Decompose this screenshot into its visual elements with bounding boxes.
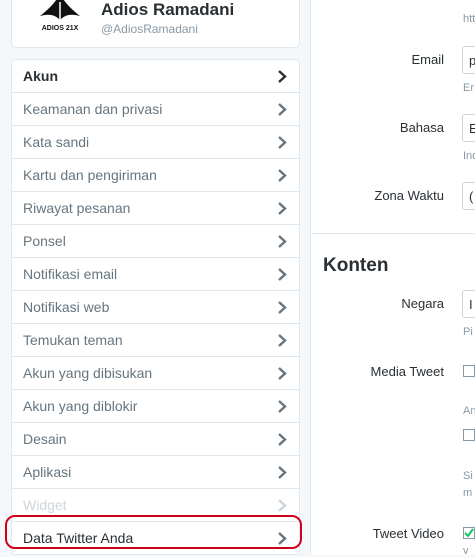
language-hint: Ind <box>463 150 475 162</box>
media-hint: An <box>463 405 475 417</box>
nav-item[interactable]: Kata sandi <box>12 125 299 158</box>
profile-handle[interactable]: @AdiosRamadani <box>101 22 198 36</box>
nav-item[interactable]: Kartu dan pengiriman <box>12 158 299 191</box>
checkmark-icon <box>464 528 474 538</box>
nav-item[interactable]: Data Twitter Anda <box>12 521 299 554</box>
nav-item[interactable]: Notifikasi email <box>12 257 299 290</box>
nav-item[interactable]: Ponsel <box>12 224 299 257</box>
avatar-logo-text: ADIOS 21X <box>42 25 79 32</box>
nav-item-label: Akun yang diblokir <box>23 398 138 414</box>
media-hint-3: m <box>463 487 473 499</box>
nav-item[interactable]: Akun <box>12 60 299 92</box>
video-hint: v <box>463 545 469 557</box>
chevron-right-icon <box>276 324 288 356</box>
media-hint-2: Si <box>463 470 473 482</box>
nav-item-label: Widget <box>23 497 67 513</box>
chevron-right-icon <box>276 357 288 389</box>
email-label: Email <box>411 52 444 67</box>
nav-item-label: Riwayat pesanan <box>23 200 131 216</box>
media-tweet-checkbox[interactable] <box>463 365 475 377</box>
chevron-right-icon <box>276 456 288 488</box>
chevron-right-icon <box>276 258 288 290</box>
chevron-right-icon <box>276 159 288 191</box>
nav-item-label: Data Twitter Anda <box>23 530 134 546</box>
email-hint: Er <box>463 82 474 94</box>
profile-name[interactable]: Adios Ramadani <box>101 0 234 20</box>
nav-item-label: Notifikasi email <box>23 266 118 282</box>
section-divider <box>311 233 475 234</box>
nav-item[interactable]: Desain <box>12 422 299 455</box>
nav-item[interactable]: Temukan teman <box>12 323 299 356</box>
nav-item[interactable]: Akun yang dibisukan <box>12 356 299 389</box>
country-label: Negara <box>401 296 444 311</box>
top-hint: htt <box>463 13 475 25</box>
profile-card: ADIOS 21X Adios Ramadani @AdiosRamadani <box>11 0 300 48</box>
nav-item-label: Temukan teman <box>23 332 123 348</box>
nav-item[interactable]: Aplikasi <box>12 455 299 488</box>
avatar-logo-icon: ADIOS 21X <box>40 0 80 32</box>
nav-item-label: Akun yang dibisukan <box>23 365 153 381</box>
timezone-select[interactable]: ( <box>462 182 475 210</box>
content-section-title: Konten <box>323 255 389 276</box>
nav-item-label: Kartu dan pengiriman <box>23 167 157 183</box>
nav-item-label: Keamanan dan privasi <box>23 101 163 117</box>
chevron-right-icon <box>276 489 288 521</box>
chevron-right-icon <box>276 423 288 455</box>
nav-item-label: Desain <box>23 431 67 447</box>
language-label: Bahasa <box>399 120 444 135</box>
chevron-right-icon <box>276 60 288 92</box>
nav-item-label: Aplikasi <box>23 464 72 480</box>
nav-item[interactable]: Keamanan dan privasi <box>12 92 299 125</box>
settings-panel: htt Email p Er Bahasa E Ind Zona Waktu (… <box>310 0 475 557</box>
chevron-right-icon <box>276 390 288 422</box>
chevron-right-icon <box>276 291 288 323</box>
nav-item[interactable]: Widget <box>12 488 299 521</box>
country-hint: Pi <box>463 326 473 338</box>
tweet-video-checkbox[interactable] <box>463 527 475 539</box>
media-tweet-label: Media Tweet <box>370 364 444 379</box>
chevron-right-icon <box>276 93 288 125</box>
avatar[interactable]: ADIOS 21X <box>32 0 88 38</box>
settings-nav: Akun Keamanan dan privasi Kata sandi Kartu … <box>11 59 300 555</box>
chevron-right-icon <box>276 126 288 158</box>
chevron-right-icon <box>276 522 288 554</box>
nav-item[interactable]: Riwayat pesanan <box>12 191 299 224</box>
nav-item-label: Akun <box>23 68 58 84</box>
chevron-right-icon <box>276 225 288 257</box>
country-select[interactable]: I <box>462 290 475 318</box>
email-field[interactable]: p <box>462 46 475 74</box>
tweet-video-label: Tweet Video <box>372 526 444 541</box>
media-sensitive-checkbox[interactable] <box>463 429 475 441</box>
nav-item-label: Ponsel <box>23 233 66 249</box>
language-select[interactable]: E <box>462 114 475 142</box>
nav-item-label: Kata sandi <box>23 134 90 150</box>
nav-item[interactable]: Akun yang diblokir <box>12 389 299 422</box>
nav-item-label: Notifikasi web <box>23 299 110 315</box>
nav-item[interactable]: Notifikasi web <box>12 290 299 323</box>
chevron-right-icon <box>276 192 288 224</box>
timezone-label: Zona Waktu <box>374 188 444 203</box>
